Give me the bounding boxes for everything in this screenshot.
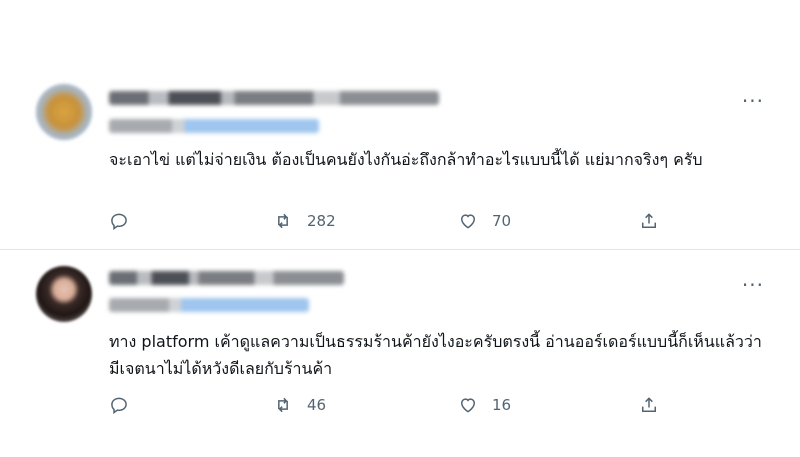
top-blank-area [0, 0, 800, 70]
blurred-handle [109, 298, 309, 312]
tweet-text: จะเอาไข่ แต่ไม่จ่ายเงิน ต้องเป็นคนยังไงก… [109, 150, 703, 169]
reply-icon [109, 211, 129, 231]
retweet-icon [273, 211, 293, 231]
blurred-handle [109, 119, 319, 133]
retweet-button[interactable]: 46 [273, 395, 326, 415]
blurred-display-name [109, 91, 439, 105]
retweet-icon [273, 395, 293, 415]
reply-button[interactable] [109, 211, 143, 231]
avatar[interactable] [36, 266, 92, 322]
avatar[interactable] [36, 84, 92, 140]
like-count: 70 [492, 212, 512, 230]
like-button[interactable]: 70 [458, 211, 511, 231]
retweet-button[interactable]: 282 [273, 211, 336, 231]
share-icon [639, 211, 659, 231]
retweet-count: 46 [307, 396, 327, 414]
more-icon[interactable]: ··· [742, 275, 764, 295]
more-icon[interactable]: ··· [742, 91, 764, 111]
tweet-actions: 46 16 [109, 395, 669, 419]
tweet-actions: 282 70 [109, 211, 669, 235]
like-icon [458, 211, 478, 231]
like-count: 16 [492, 396, 512, 414]
tweet-divider [0, 249, 800, 250]
reply-button[interactable] [109, 395, 143, 415]
like-button[interactable]: 16 [458, 395, 511, 415]
share-button[interactable] [639, 395, 659, 415]
tweet-text: ทาง platform เค้าดูแลความเป็นธรรมร้านค้า… [109, 332, 762, 378]
like-icon [458, 395, 478, 415]
share-icon [639, 395, 659, 415]
share-button[interactable] [639, 211, 659, 231]
retweet-count: 282 [307, 212, 336, 230]
reply-icon [109, 395, 129, 415]
blurred-display-name [109, 271, 344, 285]
